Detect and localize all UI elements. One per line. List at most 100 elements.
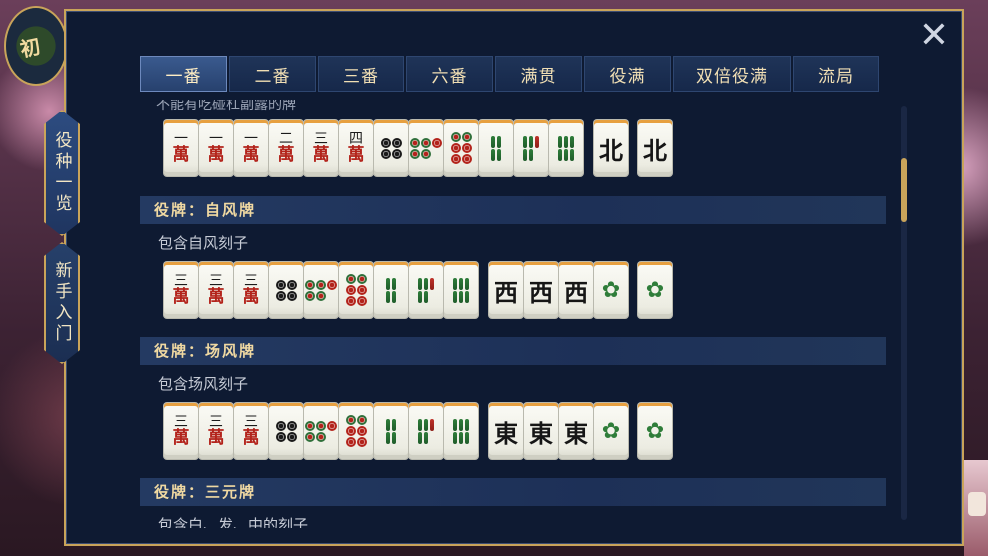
mahjong-tile	[444, 262, 478, 318]
tab-6-han[interactable]: 六番	[406, 56, 493, 92]
pin-circle	[345, 415, 356, 425]
rank-badge-label: 初	[18, 34, 43, 62]
bamboo-stick	[529, 135, 533, 148]
tile-wan: 萬	[172, 287, 190, 307]
tab-3-han[interactable]: 三番	[318, 56, 404, 92]
pin-circle	[461, 132, 472, 142]
hand-example-row: 一萬一萬一萬二萬三萬四萬北北	[164, 120, 673, 176]
section-title-bakaze: 役牌：场风牌	[140, 337, 886, 365]
side-tab-beginner-guide[interactable]: 新手入门	[44, 242, 80, 364]
bamboo-stick	[453, 277, 457, 290]
mahjong-tile	[444, 403, 478, 459]
bamboo-stick	[558, 135, 562, 148]
mahjong-tile: 東	[559, 403, 593, 459]
tile-wan: 萬	[242, 287, 260, 307]
mahjong-tile	[409, 403, 443, 459]
pin-circle	[345, 296, 356, 306]
pin-pattern	[305, 420, 337, 442]
bamboo-stick	[418, 277, 422, 290]
mahjong-tile: 東	[489, 403, 523, 459]
scrollbar[interactable]	[901, 106, 907, 520]
tab-yakuman[interactable]: 役满	[584, 56, 671, 92]
pin-circle	[345, 274, 356, 284]
tile-number: 四	[349, 131, 363, 147]
yaku-content-scroll[interactable]: 不能有吃碰杠副露的牌 一萬一萬一萬二萬三萬四萬北北 役牌：自风牌 包含自风刻子 …	[140, 100, 886, 528]
pin-circle	[345, 437, 356, 447]
tile-number: 三	[244, 414, 258, 430]
tile-wan: 萬	[207, 145, 225, 165]
pin-circle	[345, 285, 356, 295]
tile-wan: 萬	[207, 428, 225, 448]
pin-circle	[356, 285, 367, 295]
pin-circle	[286, 420, 297, 431]
side-tab-label: 役种一览	[51, 131, 72, 215]
tile-number: 三	[174, 273, 188, 289]
tile-wan: 萬	[312, 145, 330, 165]
bamboo-stick	[392, 277, 396, 290]
bamboo-stick	[392, 431, 396, 444]
pin-circle	[410, 137, 420, 148]
bamboo-stick	[386, 290, 390, 303]
side-tab-yaku-list[interactable]: 役种一览	[44, 110, 80, 236]
mahjong-tile: ✿	[594, 403, 628, 459]
section-desc-sangen: 包含白、发、中的刻子	[158, 516, 309, 528]
bamboo-stick	[392, 290, 396, 303]
partial-description: 不能有吃碰杠副露的牌	[156, 100, 296, 113]
bamboo-pattern	[386, 418, 396, 444]
bamboo-stick	[465, 277, 469, 290]
tile-wan: 萬	[242, 145, 260, 165]
tile-number: 二	[279, 131, 293, 147]
mahjong-tile: 北	[638, 120, 672, 176]
pin-circle	[327, 279, 337, 290]
tab-mangan[interactable]: 满贯	[495, 56, 582, 92]
mahjong-tile: 西	[489, 262, 523, 318]
tile-number: 三	[244, 273, 258, 289]
mahjong-tile: 一萬	[164, 120, 198, 176]
pin-circle	[421, 148, 431, 159]
bamboo-stick	[497, 148, 501, 161]
mahjong-tile: 西	[559, 262, 593, 318]
bamboo-stick	[392, 418, 396, 431]
scrollbar-thumb[interactable]	[901, 158, 907, 222]
pin-circle	[286, 279, 297, 290]
tab-1-han[interactable]: 一番	[140, 56, 227, 92]
section-title-jikaze: 役牌：自风牌	[140, 196, 886, 224]
mahjong-tile	[304, 262, 338, 318]
bamboo-stick	[424, 418, 428, 431]
tab-2-han[interactable]: 二番	[229, 56, 316, 92]
pin-pattern	[345, 274, 367, 306]
mahjong-tile: 一萬	[199, 120, 233, 176]
pin-circle	[356, 296, 367, 306]
tab-ryuukyoku[interactable]: 流局	[793, 56, 879, 92]
mahjong-tile: 東	[524, 403, 558, 459]
mahjong-tile	[304, 403, 338, 459]
mahjong-tile: 四萬	[339, 120, 373, 176]
bamboo-pattern	[453, 277, 469, 303]
mahjong-tile	[374, 120, 408, 176]
bamboo-stick	[535, 135, 539, 148]
han-tab-bar: 一番 二番 三番 六番 满贯 役满 双倍役满 流局	[140, 56, 879, 92]
bamboo-pattern	[418, 277, 434, 303]
pin-circle	[305, 420, 315, 431]
bamboo-stick	[418, 290, 422, 303]
mahjong-tile	[374, 403, 408, 459]
mahjong-tile	[514, 120, 548, 176]
mahjong-tile: 三萬	[234, 262, 268, 318]
section-desc-bakaze: 包含场风刻子	[158, 375, 249, 393]
bamboo-stick	[459, 290, 463, 303]
pin-circle	[450, 132, 461, 142]
close-button[interactable]: ✕	[916, 18, 952, 55]
mahjong-tile	[269, 403, 303, 459]
bamboo-stick	[523, 148, 527, 161]
pin-circle	[305, 279, 315, 290]
bamboo-pattern	[523, 135, 539, 161]
pin-circle	[286, 290, 297, 301]
side-tab-label: 新手入门	[51, 261, 72, 345]
pin-circle	[316, 431, 326, 442]
tile-number: 三	[314, 131, 328, 147]
tab-double-yakuman[interactable]: 双倍役满	[673, 56, 791, 92]
bamboo-stick	[529, 148, 533, 161]
pin-circle	[356, 274, 367, 284]
pin-circle	[356, 426, 367, 436]
bamboo-stick	[418, 418, 422, 431]
